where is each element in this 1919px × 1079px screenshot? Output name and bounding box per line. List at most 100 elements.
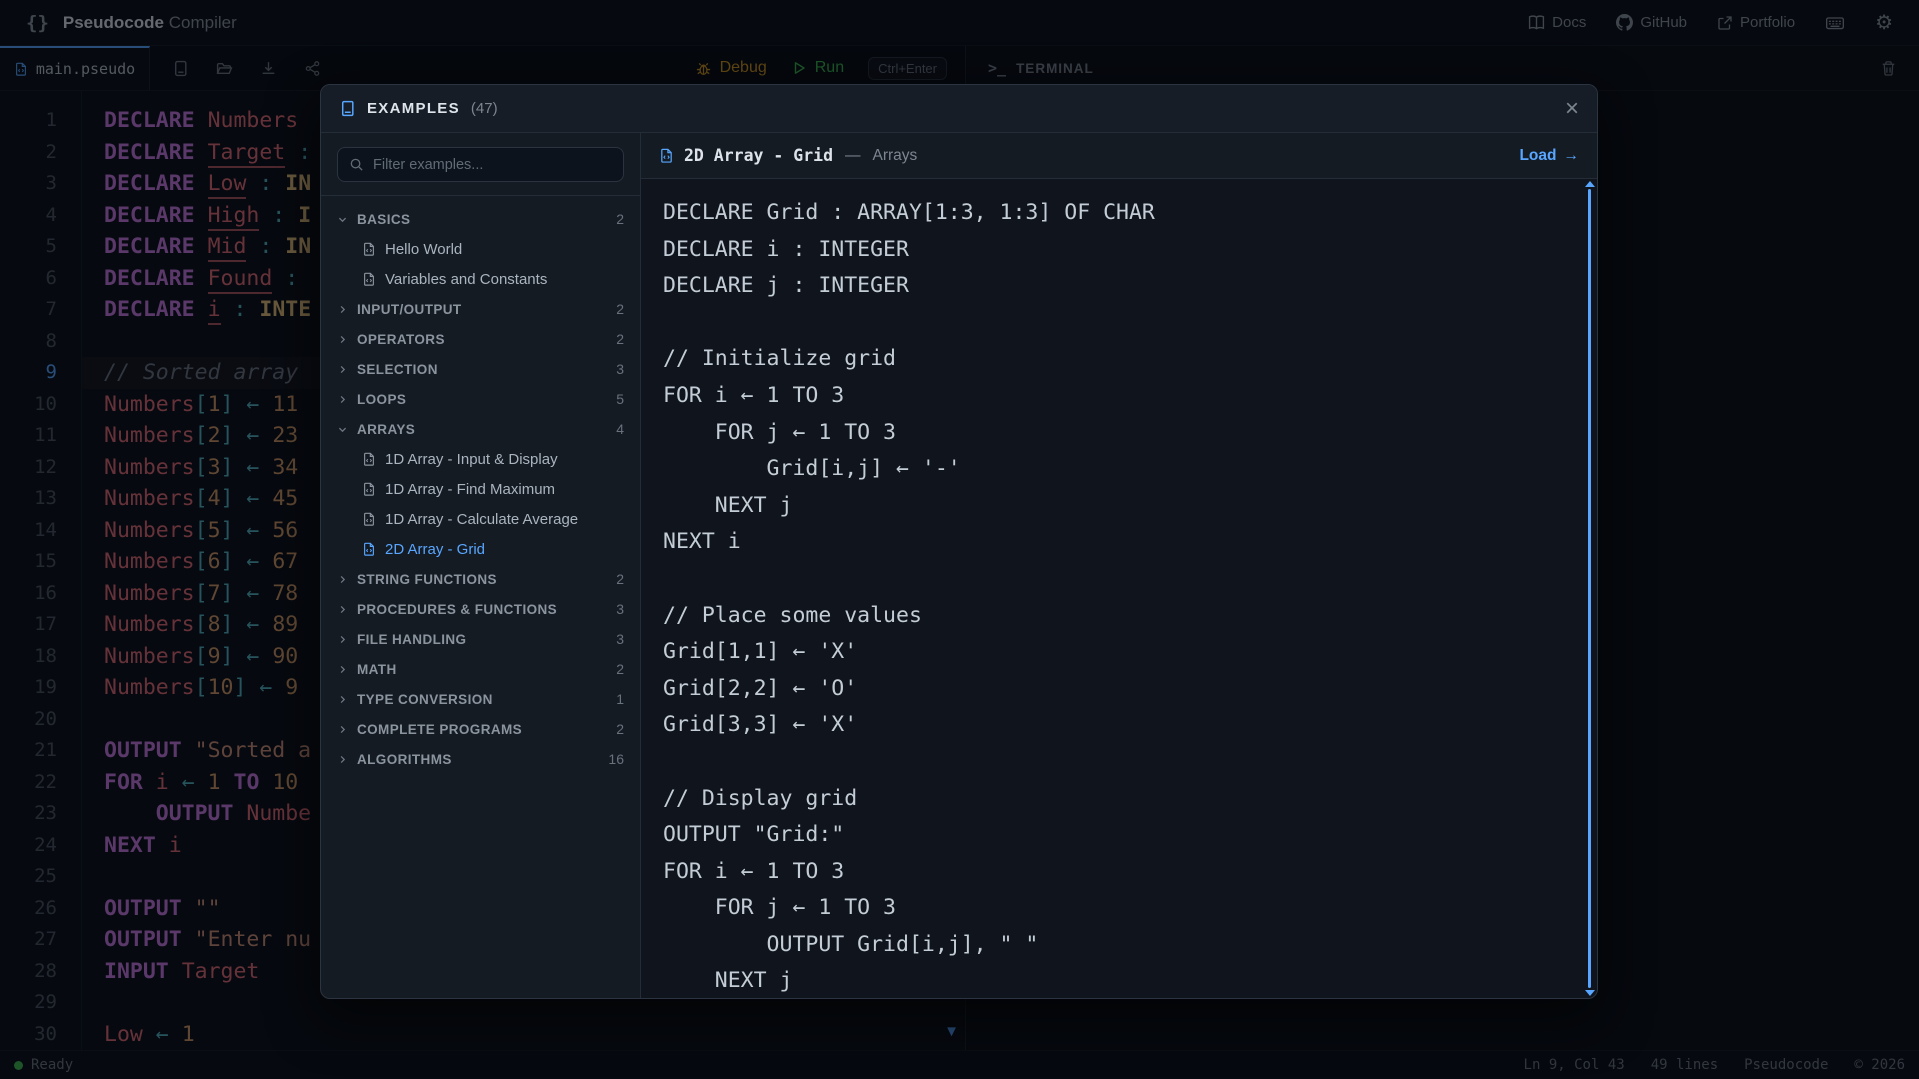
modal-body: BASICS 2 Hello World Variables and Constant…	[321, 133, 1597, 998]
file-code-icon	[362, 512, 376, 526]
filter-input[interactable]	[373, 157, 612, 173]
category-label: LOOPS	[357, 392, 406, 407]
tree-category-string-functions[interactable]: STRING FUNCTIONS 2	[321, 564, 640, 594]
preview-code-line	[663, 744, 1571, 781]
preview-code-line: Grid[2,2] ← 'O'	[663, 671, 1571, 708]
chevron-right-icon	[337, 694, 348, 705]
tree-item-hello-world[interactable]: Hello World	[321, 234, 640, 264]
tree-category-input-output[interactable]: INPUT/OUTPUT2	[321, 294, 640, 324]
category-label: INPUT/OUTPUT	[357, 302, 462, 317]
arrow-right-icon: →	[1564, 147, 1580, 165]
item-label: Hello World	[385, 241, 462, 258]
tree-item-1d-array-input-display[interactable]: 1D Array - Input & Display	[321, 444, 640, 474]
tree-category-selection[interactable]: SELECTION3	[321, 354, 640, 384]
item-label: 2D Array - Grid	[385, 541, 485, 558]
preview-code: DECLARE Grid : ARRAY[1:3, 1:3] OF CHARDE…	[641, 179, 1597, 998]
filter-box	[337, 147, 624, 182]
tree-category-complete-programs[interactable]: COMPLETE PROGRAMS 2	[321, 714, 640, 744]
scroll-down-icon	[1585, 990, 1595, 996]
tree-item-variables-and-constants[interactable]: Variables and Constants	[321, 264, 640, 294]
file-code-icon	[362, 482, 376, 496]
preview-scrollbar[interactable]	[1588, 189, 1591, 988]
category-label: BASICS	[357, 212, 410, 227]
tree-category-algorithms[interactable]: ALGORITHMS 16	[321, 744, 640, 774]
tree-category-math[interactable]: MATH 2	[321, 654, 640, 684]
category-count: 2	[616, 331, 624, 347]
tree-category-basics[interactable]: BASICS 2	[321, 204, 640, 234]
example-name: 2D Array - Grid	[684, 146, 833, 165]
preview-code-line: // Display grid	[663, 781, 1571, 818]
preview-code-lines: DECLARE Grid : ARRAY[1:3, 1:3] OF CHARDE…	[663, 195, 1571, 998]
item-label: 1D Array - Calculate Average	[385, 511, 578, 528]
preview-code-line: FOR i ← 1 TO 3	[663, 854, 1571, 891]
examples-modal: EXAMPLES (47) × BASICS 2 Hello World Variab…	[320, 84, 1598, 999]
preview-code-line: FOR i ← 1 TO 3	[663, 378, 1571, 415]
example-preview: 2D Array - Grid — Arrays Load → DECLARE …	[641, 133, 1597, 998]
category-count: 2	[616, 211, 624, 227]
preview-code-line: NEXT i	[663, 524, 1571, 561]
scroll-up-icon	[1585, 181, 1595, 187]
tree-item-1d-array-find-maximum[interactable]: 1D Array - Find Maximum	[321, 474, 640, 504]
chevron-right-icon	[337, 394, 348, 405]
preview-code-line: // Place some values	[663, 598, 1571, 635]
preview-code-line: DECLARE Grid : ARRAY[1:3, 1:3] OF CHAR	[663, 195, 1571, 232]
item-label: 1D Array - Input & Display	[385, 451, 558, 468]
category-label: STRING FUNCTIONS	[357, 572, 497, 587]
examples-tree: BASICS 2 Hello World Variables and Constant…	[321, 196, 640, 998]
category-label: FILE HANDLING	[357, 632, 466, 647]
examples-book-icon	[339, 100, 356, 117]
search-icon	[349, 157, 364, 172]
preview-code-line: Grid[1,1] ← 'X'	[663, 634, 1571, 671]
preview-code-line: // Initialize grid	[663, 341, 1571, 378]
category-count: 3	[616, 601, 624, 617]
close-icon[interactable]: ×	[1565, 97, 1579, 121]
tree-category-arrays[interactable]: ARRAYS4	[321, 414, 640, 444]
tree-category-type-conversion[interactable]: TYPE CONVERSION1	[321, 684, 640, 714]
tree-category-operators[interactable]: OPERATORS2	[321, 324, 640, 354]
chevron-right-icon	[337, 754, 348, 765]
category-label: ALGORITHMS	[357, 752, 452, 767]
tree-item-2d-array-grid[interactable]: 2D Array - Grid	[321, 534, 640, 564]
item-label: Variables and Constants	[385, 271, 547, 288]
chevron-right-icon	[337, 634, 348, 645]
chevron-right-icon	[337, 304, 348, 315]
preview-code-line	[663, 305, 1571, 342]
load-button[interactable]: Load →	[1519, 147, 1579, 165]
file-code-icon	[362, 542, 376, 556]
category-count: 2	[616, 721, 624, 737]
modal-header: EXAMPLES (47) ×	[321, 85, 1597, 133]
preview-code-line: OUTPUT Grid[i,j], " "	[663, 927, 1571, 964]
chevron-right-icon	[337, 724, 348, 735]
category-count: 2	[616, 571, 624, 587]
preview-code-line: OUTPUT "Grid:"	[663, 817, 1571, 854]
category-count: 4	[616, 421, 624, 437]
preview-code-line: DECLARE i : INTEGER	[663, 232, 1571, 269]
category-label: MATH	[357, 662, 397, 677]
category-count: 5	[616, 391, 624, 407]
preview-header: 2D Array - Grid — Arrays Load →	[641, 133, 1597, 179]
examples-count: (47)	[471, 100, 498, 117]
file-code-icon	[362, 242, 376, 256]
chevron-down-icon	[337, 424, 348, 435]
load-label: Load	[1519, 147, 1556, 165]
preview-code-line: Grid[i,j] ← '-'	[663, 451, 1571, 488]
item-label: 1D Array - Find Maximum	[385, 481, 555, 498]
preview-code-line	[663, 561, 1571, 598]
category-label: TYPE CONVERSION	[357, 692, 493, 707]
name-category-separator: —	[845, 147, 861, 165]
tree-category-loops[interactable]: LOOPS 5	[321, 384, 640, 414]
chevron-down-icon	[337, 214, 348, 225]
tree-category-file-handling[interactable]: FILE HANDLING3	[321, 624, 640, 654]
preview-code-line: Grid[3,3] ← 'X'	[663, 707, 1571, 744]
preview-code-line: NEXT j	[663, 963, 1571, 998]
chevron-right-icon	[337, 334, 348, 345]
tree-category-procedures-functions[interactable]: PROCEDURES & FUNCTIONS 3	[321, 594, 640, 624]
examples-sidebar: BASICS 2 Hello World Variables and Constant…	[321, 133, 641, 998]
category-label: COMPLETE PROGRAMS	[357, 722, 522, 737]
chevron-right-icon	[337, 364, 348, 375]
tree-item-1d-array-calculate-average[interactable]: 1D Array - Calculate Average	[321, 504, 640, 534]
category-count: 3	[616, 361, 624, 377]
category-label: PROCEDURES & FUNCTIONS	[357, 602, 557, 617]
category-count: 16	[608, 751, 624, 767]
category-count: 2	[616, 661, 624, 677]
